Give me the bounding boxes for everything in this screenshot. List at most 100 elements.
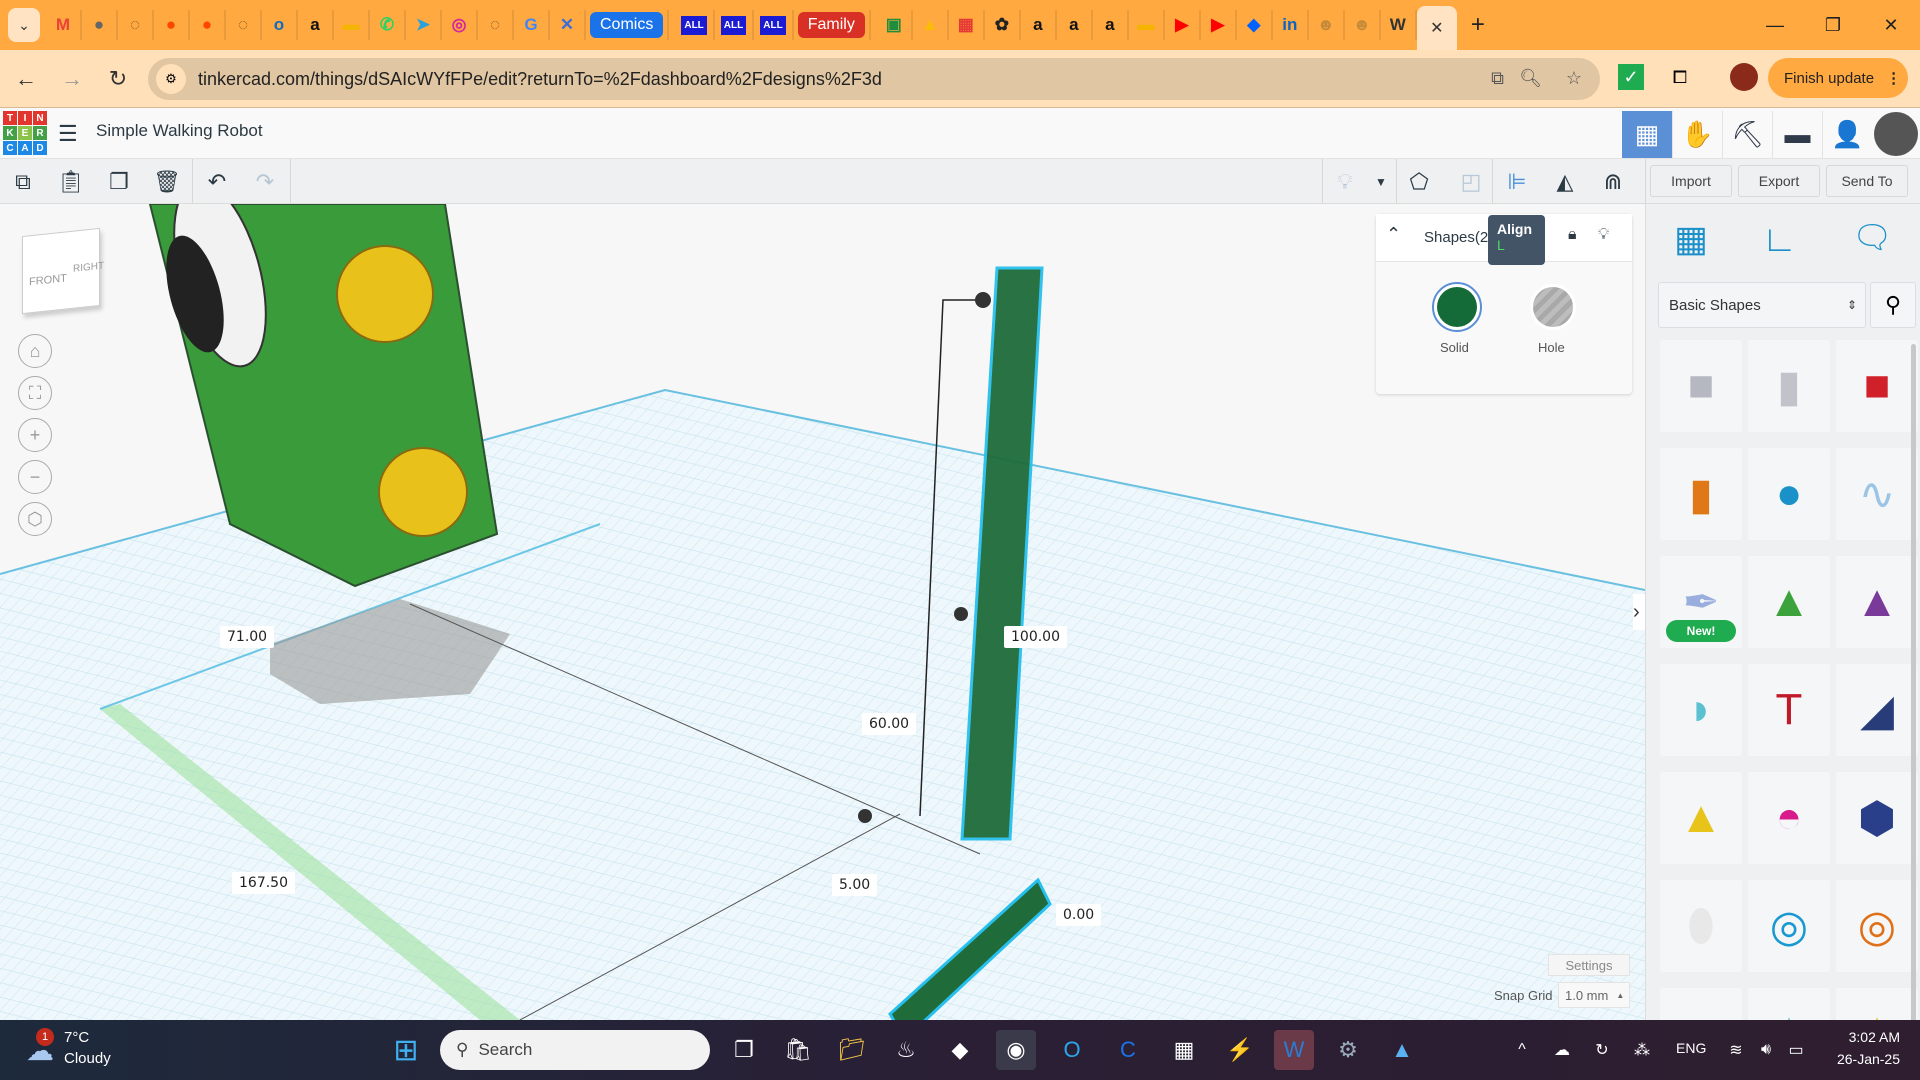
more-menu-icon[interactable]: ⋮ [1886,69,1901,87]
delete-trash-icon[interactable]: 🗑︎ [152,167,182,197]
hole-button[interactable] [1530,284,1576,330]
battery-icon[interactable]: ▭ [1776,1030,1816,1070]
shape-tile-round-roof[interactable]: ◗ [1660,664,1742,756]
clock-date[interactable]: 26-Jan-25 [1830,1051,1900,1067]
open-in-app-icon[interactable]: ⧉ [1491,68,1504,89]
zoom-out-icon[interactable]: − [18,460,52,494]
forward-button[interactable]: → [52,59,92,99]
dimension-label-height[interactable]: 100.00 [1004,626,1067,648]
copy-icon[interactable]: ⧉ [8,167,38,197]
shape-tile-text[interactable]: T [1748,664,1830,756]
browser-tab[interactable]: ● [154,10,190,40]
photos-icon[interactable]: ▲ [1382,1030,1422,1070]
browser-tab[interactable]: ▦ [949,10,985,40]
browser-tab[interactable]: ▶ [1201,10,1237,40]
site-info-icon[interactable]: ⚙ [156,64,186,94]
taskbar-search[interactable]: ⚲ Search [440,1030,710,1070]
clock-time[interactable]: 3:02 AM [1836,1029,1900,1045]
shape-tile-box-hole[interactable]: ■ [1660,340,1742,432]
snap-grid-select[interactable]: 1.0 mm ▲ [1558,982,1630,1008]
browser-tab-comic[interactable]: ALL [754,10,794,40]
browser-tab[interactable]: ▲ [913,10,949,40]
browser-tab[interactable]: o [262,10,298,40]
outlook-icon[interactable]: O [1052,1030,1092,1070]
light-bulb-icon[interactable]: 💡︎ [1330,167,1360,197]
browser-tab[interactable]: a [298,10,334,40]
shape-tile-scribble[interactable]: ∿ [1836,448,1918,540]
browser-tab[interactable]: ▶ [1165,10,1201,40]
dimension-label-elevation[interactable]: 0.00 [1056,904,1102,926]
shape-tile-tube[interactable]: ◎ [1836,880,1918,972]
close-tab-icon[interactable]: ✕ [1430,18,1443,38]
cruise-magnet-icon[interactable]: ⋒ [1598,167,1628,197]
tinkercad-logo[interactable]: TIN KER CAD [3,111,47,155]
tab-group-comics[interactable]: Comics [586,10,670,40]
browser-tab[interactable]: ✆ [370,10,406,40]
browser-tab[interactable]: ▬ [1129,10,1165,40]
chrome-icon[interactable]: ◉ [996,1030,1036,1070]
shape-tile-paraboloid[interactable]: ⬮ [1660,880,1742,972]
browser-tab[interactable]: ✿ [985,10,1021,40]
browser-tab[interactable]: a [1021,10,1057,40]
shape-tile-torus[interactable]: ◎ [1748,880,1830,972]
browser-tab[interactable]: ◆ [1237,10,1273,40]
ruler-icon[interactable]: ∟ [1762,218,1797,260]
cortana-c-icon[interactable]: C [1108,1030,1148,1070]
shape-tile-polygon[interactable]: ⬢ [1836,772,1918,864]
browser-tab[interactable]: in [1273,10,1309,40]
blocks-codeblocks-icon[interactable]: ✋ [1672,111,1722,158]
add-user-icon[interactable]: 👤 [1822,111,1872,158]
profile-avatar[interactable] [1730,63,1758,91]
shape-tile-cylinder[interactable]: ▮ [1660,448,1742,540]
word-icon[interactable]: W [1274,1030,1314,1070]
home-view-icon[interactable]: ⌂ [18,334,52,368]
shape-tile-cone[interactable]: ▲ [1836,556,1918,648]
bluetooth-device-icon[interactable]: ⁂ [1622,1030,1662,1070]
dimension-label[interactable]: 71.00 [220,626,275,648]
browser-tab[interactable]: a [1057,10,1093,40]
restore-icon[interactable]: ❐ [1804,0,1862,50]
browser-tab[interactable]: ◎ [442,10,478,40]
user-avatar[interactable] [1874,112,1918,156]
shape-tile-pyramid[interactable]: ▲ [1660,772,1742,864]
export-button[interactable]: Export [1738,165,1820,197]
shape-search-button[interactable]: ⚲ [1870,282,1916,328]
finish-update-button[interactable]: Finish update ⋮ [1768,58,1908,98]
show-hidden-icons-chevron[interactable]: ^ [1502,1030,1542,1070]
view-cube-front[interactable]: FRONT [29,272,67,288]
tinkercad-app-icon[interactable]: ▦ [1164,1030,1204,1070]
browser-tab[interactable]: ◌ [478,10,514,40]
light-bulb-icon[interactable]: 💡︎ [1598,226,1609,244]
onedrive-icon[interactable]: ☁ [1542,1030,1582,1070]
steam-icon[interactable]: ♨ [886,1030,926,1070]
predator-icon[interactable]: ◆ [940,1030,980,1070]
shape-tile-wedge[interactable]: ◢ [1836,664,1918,756]
weather-temp[interactable]: 7°C [64,1029,89,1046]
checkmark-extension-icon[interactable]: ✓ [1618,64,1644,90]
panel-scrollbar[interactable] [1911,344,1916,1074]
browser-tab[interactable]: ▬ [334,10,370,40]
fit-all-icon[interactable]: ⛶ [18,376,52,410]
url-text[interactable]: tinkercad.com/things/dSAIcWYfFPe/edit?re… [198,69,882,90]
reload-button[interactable]: ↻ [98,59,138,99]
lego-brick-icon[interactable]: ▬ [1772,111,1822,158]
solid-color-button[interactable] [1432,282,1482,332]
browser-tab[interactable]: ➤ [406,10,442,40]
shape-tile-half-sphere[interactable]: ◓ [1748,772,1830,864]
dimension-label-width[interactable]: 5.00 [832,874,878,896]
lightning-app-icon[interactable]: ⚡ [1220,1030,1260,1070]
shape-tile-box[interactable]: ■ [1836,340,1918,432]
browser-tab[interactable]: ◌ [226,10,262,40]
import-button[interactable]: Import [1650,165,1732,197]
view-cube-right[interactable]: RIGHT [73,260,104,274]
tab-search-button[interactable]: ⌄ [8,8,40,42]
align-icon[interactable]: ⊫ [1502,167,1532,197]
paste-icon[interactable]: 📋︎ [56,167,86,197]
redo-icon[interactable]: ↷ [250,167,280,197]
minecraft-pickaxe-icon[interactable]: ⛏ [1722,111,1772,158]
browser-tab[interactable]: ☻ [1345,10,1381,40]
shape-category-select[interactable]: Basic Shapes ⇕ [1658,282,1866,328]
ungroup-icon[interactable]: ◰ [1456,167,1486,197]
browser-tab[interactable]: ▣ [877,10,913,40]
settings-button[interactable]: Settings [1548,954,1630,976]
